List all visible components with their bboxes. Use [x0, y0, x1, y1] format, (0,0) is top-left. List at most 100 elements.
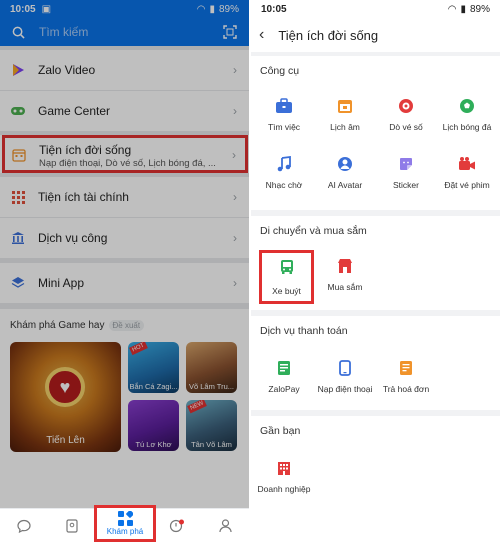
- section-cong-cu: Công cụ Tìm việc Lịch âm Dò vé số Lịch b…: [251, 56, 500, 210]
- divider: [0, 303, 249, 309]
- gamepad-icon: [10, 103, 26, 119]
- section-title: Di chuyển và mua sắm: [260, 225, 367, 237]
- games-title-text: Khám phá Game hay: [10, 320, 105, 331]
- game-name: Võ Lâm Tru...: [188, 382, 235, 391]
- chat-bubble-icon: [17, 519, 31, 533]
- tile-zalopay[interactable]: ZaloPay: [253, 358, 315, 394]
- tile-mua-sam[interactable]: Mua sắm: [314, 256, 376, 292]
- search-bar[interactable]: Tìm kiếm: [0, 18, 249, 46]
- tile-label: Đặt vé phim: [444, 180, 490, 190]
- signal-icon: ▮: [460, 3, 466, 15]
- grid-icon: [10, 189, 26, 205]
- tab-timeline[interactable]: [153, 509, 201, 542]
- tab-kham-pha[interactable]: Khám phá: [94, 505, 156, 542]
- calendar-icon: [335, 96, 355, 116]
- explore-grid-icon: [117, 511, 133, 526]
- menu-item-zalo-video[interactable]: Zalo Video ›: [0, 50, 249, 90]
- calendar-icon: [12, 148, 26, 167]
- game-name: Bắn Cá Zagi...: [129, 382, 178, 391]
- game-name: Tiến Lên: [46, 435, 85, 446]
- back-arrow-icon[interactable]: ‹: [259, 26, 264, 44]
- hot-badge: HOT: [129, 342, 148, 356]
- wallet-icon: [274, 358, 294, 378]
- wifi-icon: ◠: [196, 3, 206, 15]
- menu-item-label: Game Center: [38, 104, 111, 118]
- movie-camera-icon: [457, 154, 477, 174]
- menu-item-label: Tiện ích tài chính: [38, 190, 129, 204]
- status-time: 10:05: [10, 3, 36, 15]
- page-title: Tiện ích đời sống: [278, 27, 379, 43]
- menu-item-label: Dịch vụ công: [38, 231, 108, 245]
- chevron-right-icon: ›: [233, 276, 237, 290]
- heart-icon: ♥: [45, 367, 85, 407]
- tile-xe-buyt[interactable]: Xe buýt: [259, 250, 314, 304]
- tile-label: Trả hoá đơn: [382, 384, 430, 394]
- tile-dat-ve-phim[interactable]: Đặt vé phim: [436, 154, 498, 190]
- tile-nhac-cho[interactable]: Nhạc chờ: [253, 154, 315, 190]
- game-card-ban-ca[interactable]: HOT Bắn Cá Zagi...: [128, 342, 179, 393]
- government-building-icon: [10, 230, 26, 246]
- tab-label: Khám phá: [106, 527, 144, 536]
- menu-item-tien-ich-doi-song[interactable]: Tiện ích đời sống Nạp điện thoại, Dò vé …: [2, 135, 248, 173]
- tile-tim-viec[interactable]: Tìm việc: [253, 96, 315, 132]
- chevron-right-icon: ›: [233, 190, 237, 204]
- video-play-icon: [10, 62, 26, 78]
- menu-item-game-center[interactable]: Game Center ›: [0, 91, 249, 131]
- section-gan-ban: Gần bạn Doanh nghiệp: [251, 416, 500, 542]
- avatar-icon: [335, 154, 355, 174]
- tab-contacts[interactable]: [48, 509, 96, 542]
- menu-item-mini-app[interactable]: Mini App ›: [0, 263, 249, 303]
- games-section-title: Khám phá Game hay Đề xuất: [10, 320, 145, 331]
- tab-profile[interactable]: [201, 509, 249, 542]
- tile-label: Lịch bóng đá: [442, 122, 492, 132]
- tile-lich-am[interactable]: Lịch âm: [314, 96, 376, 132]
- tab-messages[interactable]: [0, 509, 48, 542]
- store-icon: [335, 256, 355, 276]
- section-di-chuyen-va-mua-sam: Di chuyển và mua sắm Xe buýt Mua sắm: [251, 216, 500, 310]
- menu-item-tien-ich-tai-chinh[interactable]: Tiện ích tài chính ›: [0, 177, 249, 217]
- briefcase-icon: [274, 96, 294, 116]
- game-card-vo-lam-truyen-ky[interactable]: Võ Lâm Tru...: [186, 342, 237, 393]
- game-card-tu-lo-kho[interactable]: Tú Lơ Khơ: [128, 400, 179, 451]
- clock-notification-icon: [170, 519, 185, 532]
- tile-label: ZaloPay: [268, 384, 300, 394]
- battery-percent: 89%: [469, 3, 490, 15]
- tile-nap-dien-thoai[interactable]: Nạp điện thoại: [314, 358, 376, 394]
- tile-label: Mua sắm: [327, 282, 363, 292]
- game-name: Tú Lơ Khơ: [135, 440, 172, 449]
- tile-lich-bong-da[interactable]: Lịch bóng đá: [436, 96, 498, 132]
- section-title: Dịch vụ thanh toán: [260, 325, 348, 337]
- contacts-book-icon: [66, 518, 78, 533]
- tile-tra-hoa-don[interactable]: Trả hoá đơn: [375, 358, 437, 394]
- game-card-tan-vo-lam[interactable]: NEW Tân Võ Lâm: [186, 400, 237, 451]
- tile-label: Nhạc chờ: [265, 180, 303, 190]
- tile-label: Sticker: [393, 180, 419, 190]
- tile-label: Dò vé số: [389, 122, 423, 132]
- lottery-ball-icon: [396, 96, 416, 116]
- status-bar: 10:05 ▣ ◠ ▮ 89%: [0, 0, 249, 18]
- tile-label: Lịch âm: [330, 122, 360, 132]
- sticker-icon: [396, 154, 416, 174]
- menu-item-dich-vu-cong[interactable]: Dịch vụ công ›: [0, 218, 249, 258]
- game-name: Tân Võ Lâm: [191, 440, 232, 449]
- qr-scan-icon[interactable]: [223, 25, 237, 39]
- search-placeholder: Tìm kiếm: [39, 25, 89, 39]
- menu-item-subtitle: Nạp điện thoại, Dò vé số, Lịch bóng đá, …: [39, 158, 216, 169]
- tile-do-ve-so[interactable]: Dò vé số: [375, 96, 437, 132]
- tile-doanh-nghiep[interactable]: Doanh nghiệp: [253, 458, 315, 494]
- tile-sticker[interactable]: Sticker: [375, 154, 437, 190]
- signal-icon: ▮: [209, 3, 215, 15]
- games-tag: Đề xuất: [108, 320, 145, 331]
- soccer-ball-icon: [457, 96, 477, 116]
- tile-ai-avatar[interactable]: AI Avatar: [314, 154, 376, 190]
- left-screen-zalo-explore: 10:05 ▣ ◠ ▮ 89% Tìm kiếm Zalo Video › Ga…: [0, 0, 249, 542]
- layers-icon: [10, 275, 26, 291]
- tile-label: Doanh nghiệp: [257, 484, 311, 494]
- chevron-right-icon: ›: [233, 104, 237, 118]
- game-card-tien-len[interactable]: ♥ Tiến Lên: [10, 342, 121, 452]
- new-badge: NEW: [187, 400, 207, 414]
- page-header: ‹ Tiện ích đời sống: [251, 18, 500, 52]
- search-icon: [12, 26, 25, 39]
- music-note-icon: [274, 154, 294, 174]
- gallery-notification-icon: ▣: [41, 3, 52, 15]
